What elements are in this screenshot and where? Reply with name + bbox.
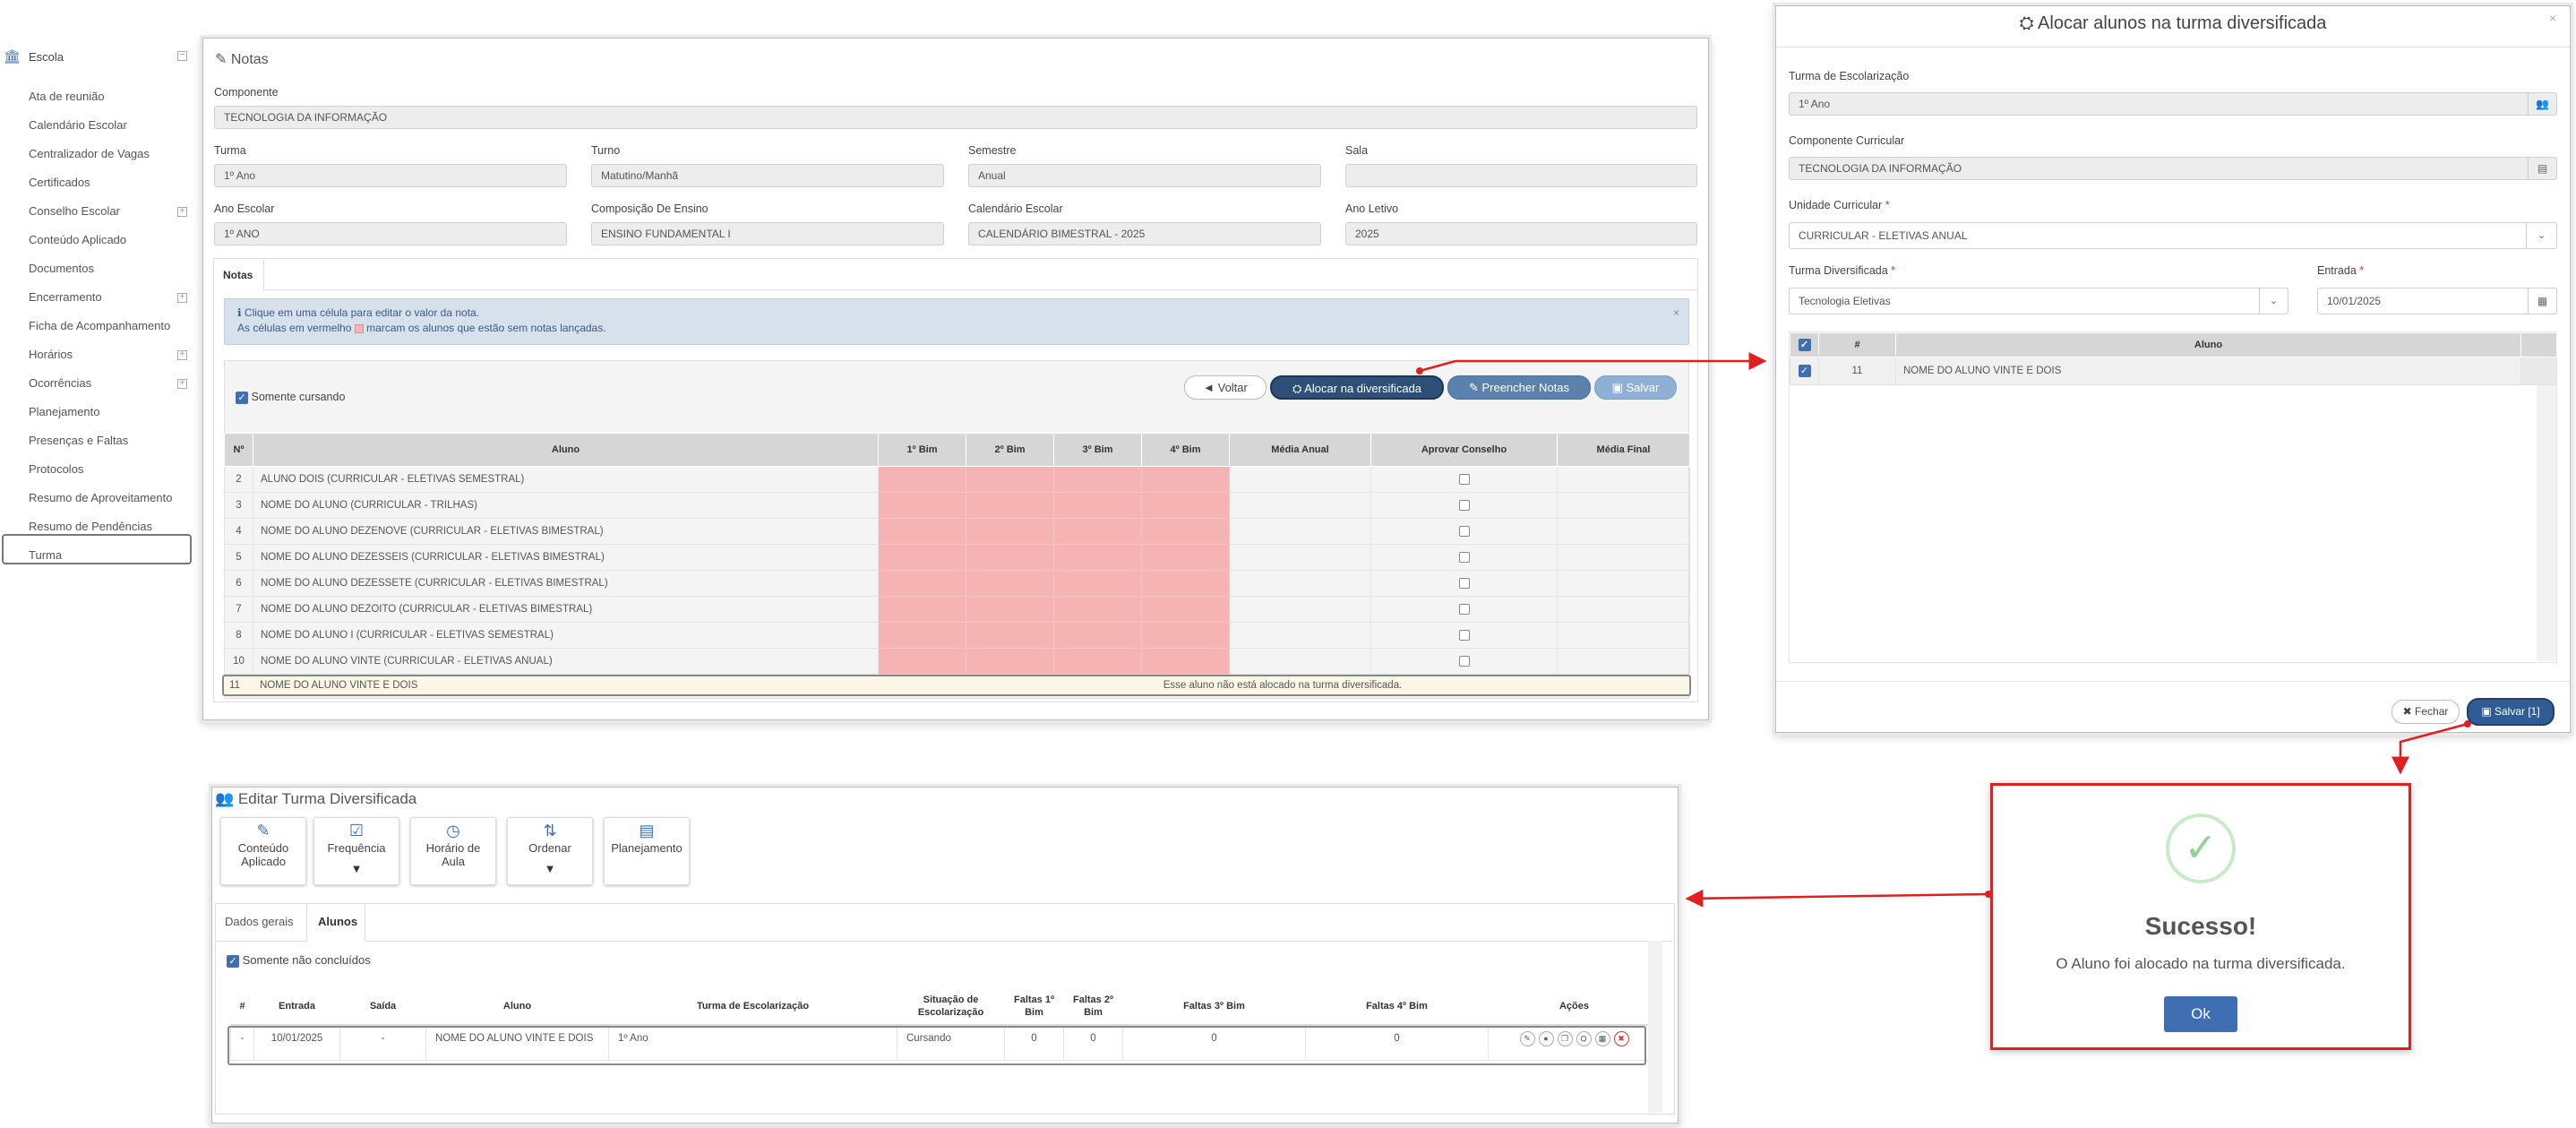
arrow3 [1685, 889, 1989, 908]
flow-arrows [1416, 352, 2471, 908]
arrow2 [2391, 722, 2469, 775]
arrow1 [1419, 352, 1767, 373]
